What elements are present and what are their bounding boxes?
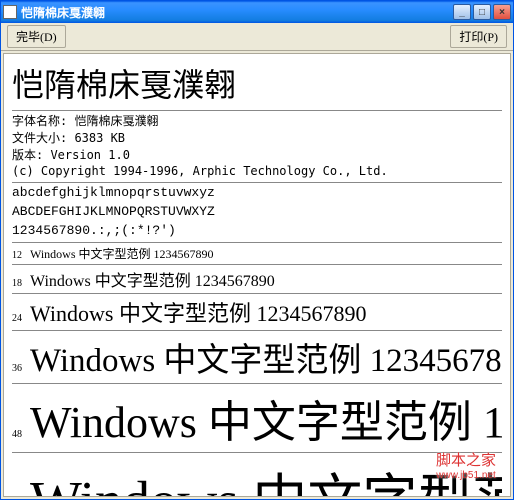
ascii-digits: 1234567890.:,;(:*!?') (12, 223, 502, 240)
divider (12, 293, 502, 294)
preview-text: Windows 中文字型范例 1234567890 (30, 267, 275, 291)
window-controls: _ □ × (453, 4, 511, 20)
minimize-button[interactable]: _ (453, 4, 471, 20)
preview-row-24: 24Windows 中文字型范例 1234567890 (12, 296, 502, 328)
font-title: 恺隋棉床戛濮翱 (12, 60, 502, 106)
divider (12, 110, 502, 111)
preview-row-60: 60Windows 中文字型范例 1234567890 (12, 455, 502, 497)
preview-row-12: 12Windows 中文字型范例 1234567890 (12, 245, 502, 262)
size-label: 36 (12, 363, 30, 374)
divider (12, 242, 502, 243)
preview-text: Windows 中文字型范例 1234567890 (30, 455, 502, 497)
close-button[interactable]: × (493, 4, 511, 20)
preview-text: Windows 中文字型范例 1234567890 (30, 386, 502, 450)
watermark: 脚本之家 www.jb51.net (436, 452, 496, 482)
preview-text: Windows 中文字型范例 1234567890 (30, 296, 366, 328)
app-icon (3, 5, 17, 19)
size-label: 24 (12, 313, 30, 324)
ascii-upper: ABCDEFGHIJKLMNOPQRSTUVWXYZ (12, 204, 502, 221)
content-area: 恺隋棉床戛濮翱 字体名称: 恺隋棉床戛濮翱 文件大小: 6383 KB 版本: … (3, 53, 511, 497)
preview-row-48: 48Windows 中文字型范例 1234567890 (12, 386, 502, 450)
maximize-button[interactable]: □ (473, 4, 491, 20)
divider (12, 264, 502, 265)
preview-row-36: 36Windows 中文字型范例 1234567890 (12, 333, 502, 381)
print-button[interactable]: 打印(P) (450, 25, 507, 48)
watermark-url: www.jb51.net (436, 470, 496, 482)
size-label: 18 (12, 278, 30, 289)
version-info: 版本: Version 1.0 (12, 147, 502, 164)
divider (12, 452, 502, 453)
watermark-text: 脚本之家 (436, 452, 496, 470)
font-viewer-window: 恺隋棉床戛濮翱 _ □ × 完毕(D) 打印(P) 恺隋棉床戛濮翱 字体名称: … (0, 0, 514, 500)
divider (12, 330, 502, 331)
preview-row-18: 18Windows 中文字型范例 1234567890 (12, 267, 502, 291)
titlebar[interactable]: 恺隋棉床戛濮翱 _ □ × (1, 1, 513, 23)
divider (12, 182, 502, 183)
divider (12, 383, 502, 384)
size-label: 12 (12, 250, 30, 261)
preview-container: 12Windows 中文字型范例 123456789018Windows 中文字… (12, 245, 502, 497)
ascii-lower: abcdefghijklmnopqrstuvwxyz (12, 185, 502, 202)
copyright-info: (c) Copyright 1994-1996, Arphic Technolo… (12, 163, 502, 180)
font-name-info: 字体名称: 恺隋棉床戛濮翱 (12, 113, 502, 130)
window-title: 恺隋棉床戛濮翱 (21, 4, 453, 21)
file-size-info: 文件大小: 6383 KB (12, 130, 502, 147)
done-button[interactable]: 完毕(D) (7, 25, 66, 48)
preview-text: Windows 中文字型范例 1234567890 (30, 333, 502, 381)
size-label: 48 (12, 429, 30, 440)
preview-text: Windows 中文字型范例 1234567890 (30, 245, 214, 262)
toolbar: 完毕(D) 打印(P) (1, 23, 513, 51)
